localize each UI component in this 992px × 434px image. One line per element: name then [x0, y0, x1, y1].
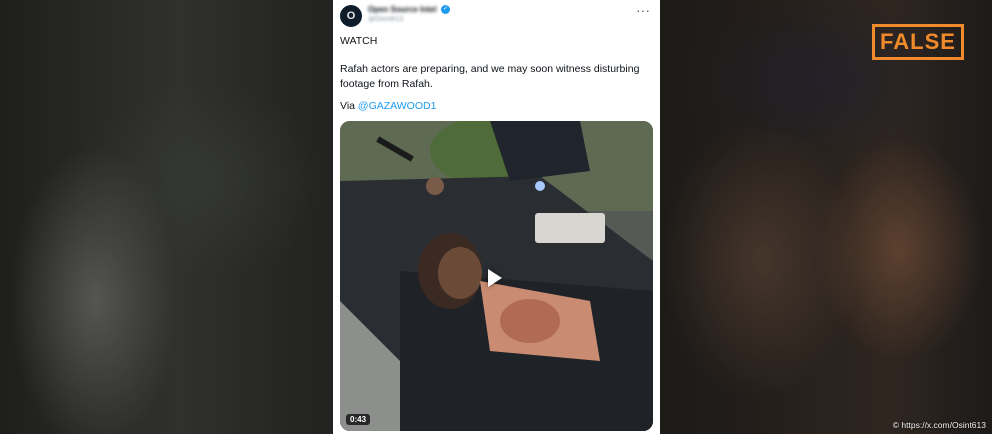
author-name[interactable]: Open Source Intel	[368, 5, 438, 14]
video-duration: 0:43	[346, 414, 371, 425]
avatar-initial: O	[346, 10, 356, 22]
more-horizontal-icon[interactable]: ···	[636, 2, 650, 18]
tweet-card: O Open Source Intel ✓ @Osint613 ··· WATC…	[333, 0, 660, 434]
verified-badge-icon: ✓	[441, 5, 450, 14]
via-prefix: Via	[340, 100, 358, 112]
play-icon[interactable]	[488, 269, 502, 287]
avatar[interactable]: O	[340, 5, 362, 27]
tweet-text-via: Via @GAZAWOOD1	[340, 99, 648, 114]
source-credit: © https://x.com/Osint613	[892, 420, 986, 430]
mention-link[interactable]: @GAZAWOOD1	[358, 100, 437, 112]
video-player[interactable]: 0:43	[340, 121, 653, 431]
author-handle[interactable]: @Osint613	[368, 16, 418, 24]
false-rating-badge: FALSE	[872, 24, 964, 60]
tweet-text-body: Rafah actors are preparing, and we may s…	[340, 63, 640, 90]
tweet-text-watch: WATCH	[340, 35, 378, 47]
